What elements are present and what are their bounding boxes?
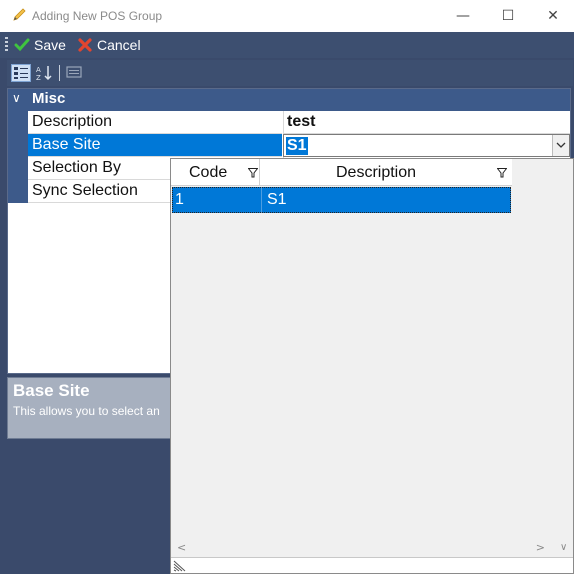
chevron-down-icon[interactable]: ∨ — [12, 91, 21, 105]
dropdown-footer — [171, 557, 573, 573]
dropdown-header: Code Description — [171, 159, 512, 186]
toolbar-separator — [59, 65, 60, 81]
save-label: Save — [34, 37, 66, 53]
scroll-left-icon[interactable]: < — [177, 541, 186, 554]
scroll-down-icon[interactable]: ∨ — [560, 542, 567, 553]
close-button[interactable]: ✕ — [530, 0, 574, 32]
filter-icon[interactable] — [248, 168, 258, 178]
help-description-panel: Base Site This allows you to select an — [7, 377, 197, 439]
category-label: Misc — [32, 90, 66, 107]
resize-grip-icon[interactable] — [173, 560, 187, 572]
property-value[interactable]: test — [283, 111, 570, 134]
combo-dropdown-button[interactable] — [552, 135, 569, 156]
categorized-icon — [14, 67, 28, 79]
title-bar: Adding New POS Group — ☐ ✕ — [0, 0, 574, 32]
column-header-code[interactable]: Code — [171, 159, 260, 186]
x-icon — [78, 38, 92, 52]
cancel-label: Cancel — [97, 37, 141, 53]
main-toolbar: Save Cancel — [0, 32, 574, 58]
horizontal-scrollbar[interactable]: < > — [171, 541, 557, 556]
base-site-input[interactable]: S1 — [286, 137, 308, 155]
window-title: Adding New POS Group — [32, 9, 163, 23]
cell-code: 1 — [175, 191, 184, 208]
toolbar-grip[interactable] — [5, 37, 8, 53]
chevron-down-icon — [556, 142, 566, 148]
svg-text:Z: Z — [36, 74, 41, 82]
checkmark-icon — [14, 38, 30, 52]
filter-icon[interactable] — [497, 168, 507, 178]
property-pages-icon — [66, 66, 82, 78]
cancel-button[interactable]: Cancel — [77, 35, 141, 55]
maximize-button[interactable]: ☐ — [485, 0, 531, 32]
scroll-right-icon[interactable]: > — [536, 541, 545, 554]
column-label: Description — [336, 164, 417, 181]
save-button[interactable]: Save — [14, 35, 66, 55]
property-row-description[interactable]: Description test — [28, 111, 570, 134]
help-title: Base Site — [13, 381, 90, 400]
category-indent-strip — [8, 111, 28, 203]
property-pages-button[interactable] — [65, 64, 85, 82]
categorized-view-button[interactable] — [11, 64, 31, 82]
property-grid-toolbar: A Z — [7, 60, 573, 86]
base-site-dropdown: Code Description 1 S1 ∨ < > — [170, 158, 574, 574]
column-header-description[interactable]: Description — [260, 159, 512, 186]
property-row-base-site[interactable]: Base Site S1 — [28, 134, 570, 157]
minimize-button[interactable]: — — [440, 0, 486, 32]
property-name[interactable]: Description — [28, 111, 282, 134]
pencil-icon — [13, 8, 26, 21]
cell-description: S1 — [267, 191, 287, 208]
vertical-scrollbar[interactable]: ∨ — [556, 159, 573, 557]
svg-text:A: A — [36, 66, 41, 74]
alphabetical-sort-button[interactable]: A Z — [35, 64, 55, 82]
category-header-misc[interactable]: ∨ Misc — [8, 89, 570, 111]
dropdown-row[interactable]: 1 S1 — [172, 187, 511, 213]
base-site-combo[interactable]: S1 — [283, 134, 570, 157]
property-name[interactable]: Base Site — [28, 134, 282, 157]
sort-az-icon: A Z — [36, 66, 52, 82]
cell-divider — [261, 187, 262, 213]
help-text: This allows you to select an — [13, 404, 160, 418]
column-label: Code — [189, 164, 228, 181]
